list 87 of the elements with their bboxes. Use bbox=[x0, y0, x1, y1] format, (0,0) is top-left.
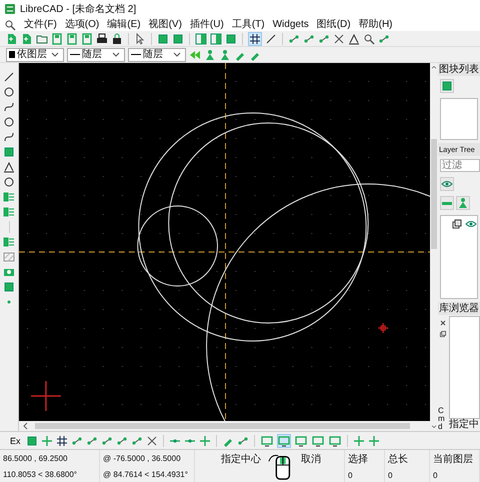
panel-title: 库浏览器 bbox=[438, 302, 480, 315]
dimension-icon[interactable] bbox=[348, 32, 360, 44]
line-icon[interactable] bbox=[265, 32, 277, 44]
float-icon[interactable] bbox=[451, 218, 463, 230]
origin-marker-icon bbox=[30, 380, 62, 412]
person-icon[interactable] bbox=[204, 48, 216, 60]
new-file-icon[interactable] bbox=[21, 32, 33, 44]
node-icon[interactable] bbox=[378, 32, 390, 44]
menu-item[interactable]: 插件(U) bbox=[190, 18, 224, 30]
magnifier-icon[interactable] bbox=[4, 18, 16, 30]
hatch-icon[interactable] bbox=[3, 251, 15, 263]
menu-item[interactable]: 选项(O) bbox=[64, 18, 100, 30]
curve-icon[interactable] bbox=[3, 131, 15, 143]
crosshair-icon bbox=[378, 322, 389, 334]
dimension-icon[interactable] bbox=[3, 161, 15, 173]
node-icon[interactable] bbox=[288, 32, 300, 44]
float-icon[interactable] bbox=[439, 330, 447, 338]
window-title: LibreCAD - [未命名文档 2] bbox=[20, 2, 136, 16]
circle-icon[interactable] bbox=[3, 86, 15, 98]
menu-item[interactable]: 编辑(E) bbox=[107, 18, 141, 30]
status-label: 当前图层 bbox=[433, 452, 474, 466]
plus-icon[interactable] bbox=[198, 434, 211, 446]
cross-icon[interactable] bbox=[333, 32, 345, 44]
grid-icon[interactable] bbox=[56, 434, 68, 446]
filter-field[interactable]: 过滤 bbox=[440, 159, 480, 172]
status-value: 0 bbox=[348, 470, 354, 480]
panel-title: 图块列表 bbox=[438, 63, 480, 76]
circle-icon[interactable] bbox=[3, 176, 15, 188]
node-icon[interactable] bbox=[130, 434, 143, 446]
square-icon[interactable] bbox=[157, 32, 169, 44]
printer-icon[interactable] bbox=[96, 32, 108, 44]
node-icon[interactable] bbox=[86, 434, 98, 446]
status-value: 0 bbox=[388, 470, 394, 480]
cursor-icon[interactable] bbox=[134, 32, 146, 44]
magnifier-icon[interactable] bbox=[363, 32, 375, 44]
node-icon[interactable] bbox=[236, 434, 249, 446]
line-type-dropdown[interactable]: 随层 bbox=[67, 48, 125, 62]
double-arrow-icon[interactable] bbox=[189, 48, 201, 60]
node-icon[interactable] bbox=[318, 32, 330, 44]
folder-icon[interactable] bbox=[36, 32, 48, 44]
menu-item[interactable]: 文件(F) bbox=[24, 18, 57, 30]
line-width-dropdown[interactable]: 随层 bbox=[128, 48, 186, 62]
padlock-icon[interactable] bbox=[111, 32, 123, 44]
menu-item[interactable]: 帮助(H) bbox=[358, 18, 392, 30]
status-label: 总长 bbox=[388, 452, 409, 466]
image-icon[interactable] bbox=[3, 266, 15, 278]
node-icon[interactable] bbox=[116, 434, 128, 446]
block-list[interactable] bbox=[440, 98, 478, 140]
node-icon[interactable] bbox=[100, 434, 113, 446]
panel-icon[interactable] bbox=[195, 32, 207, 44]
cross-icon[interactable] bbox=[146, 434, 158, 446]
square-icon[interactable] bbox=[172, 32, 184, 44]
status-label: 选择 bbox=[348, 452, 369, 466]
color-dropdown[interactable]: 依图层 bbox=[6, 48, 64, 62]
vertical-scrollbar[interactable] bbox=[430, 63, 438, 431]
scroll-up-icon[interactable] bbox=[430, 63, 438, 71]
node-icon[interactable] bbox=[70, 434, 83, 446]
panel-label: Cmd bbox=[438, 407, 446, 431]
plus-icon[interactable] bbox=[368, 434, 380, 446]
curve-icon[interactable] bbox=[3, 101, 15, 113]
circle-icon[interactable] bbox=[3, 116, 15, 128]
mouse-right-hint: 取消 bbox=[301, 452, 321, 466]
exclusive-snap-button[interactable]: Ex bbox=[8, 436, 23, 446]
line-icon[interactable] bbox=[3, 71, 15, 83]
menu-item[interactable]: 视图(V) bbox=[148, 18, 182, 30]
menu-item[interactable]: 工具(T) bbox=[232, 18, 265, 30]
coordinate-text: 110.8053 < 38.6800° bbox=[3, 470, 78, 478]
mouse-left-hint: 指定中心 bbox=[221, 452, 261, 466]
eye-icon[interactable] bbox=[465, 218, 477, 230]
node-icon[interactable] bbox=[303, 32, 315, 44]
square-icon[interactable] bbox=[225, 32, 237, 44]
menu-item[interactable]: Widgets bbox=[272, 18, 309, 30]
square-icon[interactable] bbox=[3, 281, 15, 293]
block-icon[interactable] bbox=[3, 206, 15, 218]
plus-icon[interactable] bbox=[352, 434, 365, 446]
coordinate-text: @ 84.7614 < 154.4931° bbox=[103, 470, 189, 478]
command-prompt: 指定中 bbox=[449, 419, 480, 431]
menu-item[interactable]: 图纸(D) bbox=[316, 18, 351, 30]
coordinate-text: 86.5000 , 69.2500 bbox=[3, 454, 69, 462]
status-value: 0 bbox=[433, 470, 438, 480]
person-icon[interactable] bbox=[219, 48, 231, 60]
block-icon[interactable] bbox=[3, 236, 15, 248]
panel-icon[interactable] bbox=[210, 32, 222, 44]
scroll-down-icon[interactable] bbox=[430, 423, 438, 431]
coordinate-text: @ -76.5000 , 36.5000 bbox=[103, 454, 182, 462]
close-icon[interactable] bbox=[439, 319, 447, 327]
app-logo-icon bbox=[4, 3, 16, 15]
